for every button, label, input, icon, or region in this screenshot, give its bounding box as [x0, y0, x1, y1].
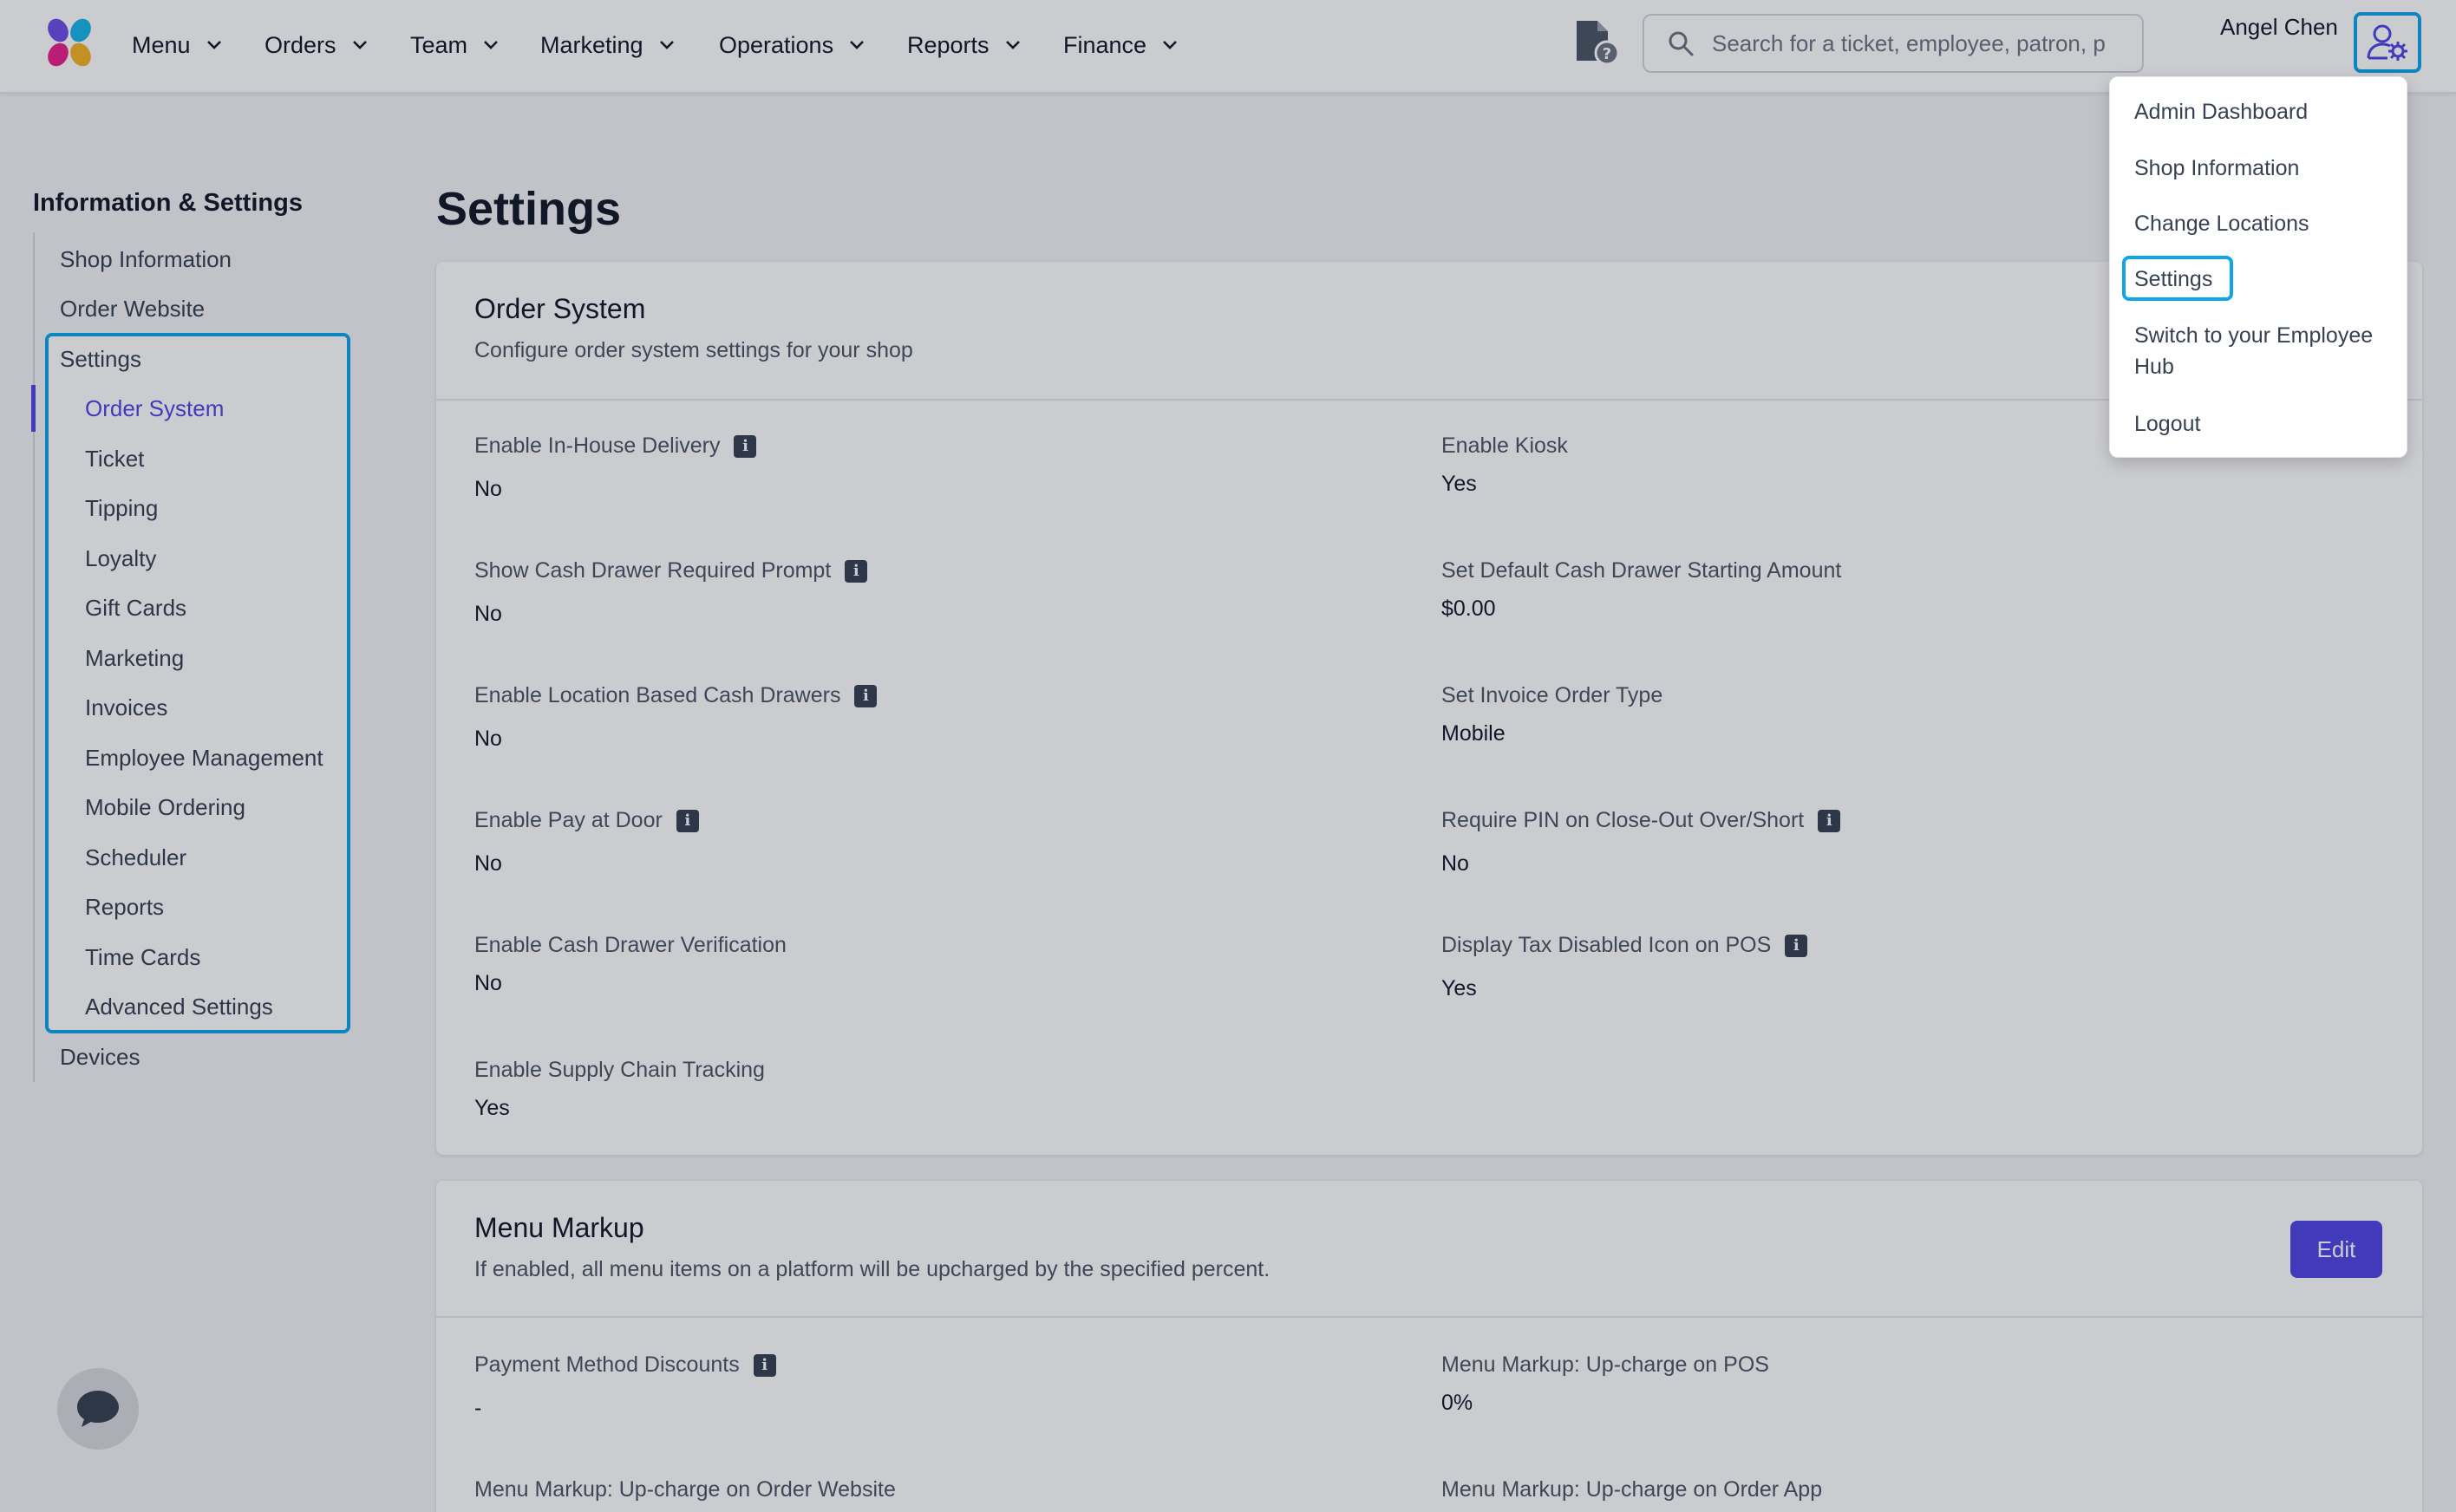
- menu-item-admin-dashboard[interactable]: Admin Dashboard: [2134, 96, 2308, 127]
- menu-item-logout[interactable]: Logout: [2134, 408, 2200, 440]
- menu-item-switch-employee-hub[interactable]: Switch to your Employee Hub: [2134, 320, 2394, 382]
- user-menu-dropdown: Admin Dashboard Shop Information Change …: [2109, 76, 2407, 458]
- menu-item-change-locations[interactable]: Change Locations: [2134, 208, 2309, 239]
- menu-item-shop-information[interactable]: Shop Information: [2134, 153, 2299, 184]
- menu-item-settings[interactable]: Settings: [2134, 264, 2212, 295]
- modal-overlay[interactable]: [0, 0, 2456, 1512]
